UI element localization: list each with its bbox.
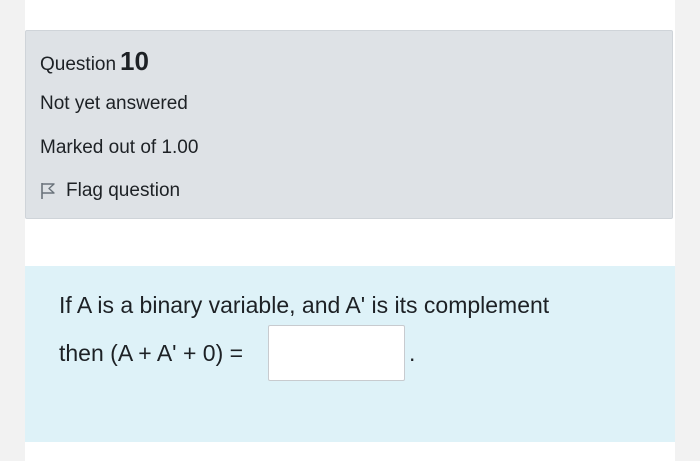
- question-number-line: Question 10: [40, 47, 149, 79]
- question-prefix: Question: [40, 54, 117, 75]
- question-info-panel: Question 10 Not yet answered Marked out o…: [25, 30, 673, 219]
- flag-question-link[interactable]: Flag question: [40, 178, 180, 204]
- question-number: 10: [120, 46, 149, 76]
- trailing-period: .: [409, 340, 416, 366]
- question-state: Not yet answered: [40, 93, 188, 114]
- question-content-panel: If A is a binary variable, and A' is its…: [25, 266, 675, 442]
- answer-input[interactable]: [268, 325, 405, 381]
- question-grade: Marked out of 1.00: [40, 137, 199, 158]
- question-text-line1: If A is a binary variable, and A' is its…: [59, 292, 550, 318]
- flag-icon: [40, 182, 56, 200]
- flag-question-label: Flag question: [66, 180, 181, 201]
- question-text-line2: then (A + A' + 0) =: [59, 340, 244, 366]
